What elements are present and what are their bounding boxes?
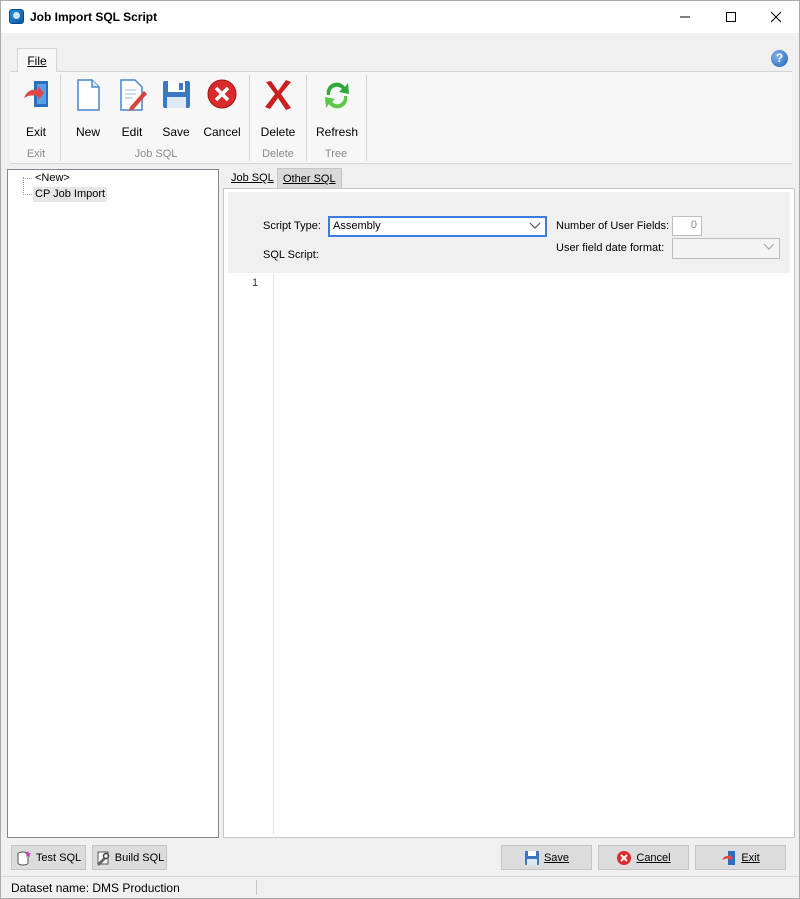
cancel-icon (617, 850, 632, 865)
save-disk-icon (163, 81, 190, 108)
cancel-ribbon-button[interactable]: Cancel (200, 78, 244, 139)
tree-connector (23, 194, 32, 195)
help-icon[interactable]: ? (771, 50, 788, 67)
refresh-button[interactable]: Refresh (315, 78, 359, 139)
num-user-fields-input[interactable]: 0 (672, 216, 702, 236)
date-format-select[interactable] (672, 238, 780, 259)
maximize-button[interactable] (708, 1, 754, 33)
close-button[interactable] (753, 1, 799, 33)
status-bar: Dataset name: DMS Production (1, 876, 799, 898)
chevron-down-icon (763, 243, 775, 250)
tree-connector (23, 177, 24, 193)
num-user-fields-label: Number of User Fields: (556, 220, 670, 232)
sql-script-label: SQL Script: (263, 249, 319, 261)
refresh-icon (325, 82, 349, 109)
chevron-down-icon (529, 222, 541, 229)
tree-connector (23, 178, 32, 179)
ribbon-tab-strip: File (10, 45, 792, 73)
exit-label: Exit (741, 851, 760, 864)
cancel-button[interactable]: Cancel (598, 845, 689, 870)
exit-ribbon-button[interactable]: Exit (14, 78, 58, 139)
tab-content-panel (223, 188, 795, 838)
group-label-exit: Exit (26, 148, 46, 160)
refresh-label: Refresh (315, 125, 359, 139)
ribbon-separator (60, 75, 61, 161)
test-sql-button[interactable]: Test SQL (11, 845, 86, 870)
build-sql-label: Build SQL (114, 851, 165, 864)
exit-label: Exit (25, 125, 46, 139)
exit-door-icon (722, 850, 736, 865)
database-icon (17, 850, 31, 865)
edit-document-icon (120, 79, 147, 111)
delete-x-icon (265, 80, 291, 110)
delete-button[interactable]: Delete (256, 78, 300, 139)
status-separator (256, 880, 257, 895)
close-icon (770, 11, 782, 23)
new-document-icon (77, 79, 100, 111)
exit-door-icon (24, 81, 48, 107)
tab-job-sql[interactable]: Job SQL (226, 168, 279, 188)
delete-label: Delete (260, 125, 296, 139)
tab-other-sql[interactable]: Other SQL (277, 168, 342, 188)
exit-button[interactable]: Exit (695, 845, 786, 870)
save-disk-icon (524, 850, 539, 865)
cancel-icon (207, 79, 237, 109)
app-icon (9, 9, 24, 24)
tree-item-cp-job-import[interactable]: CP Job Import (33, 187, 108, 202)
ribbon: Exit New Edit Save Cancel Delete Refresh… (10, 72, 792, 164)
script-type-label: Script Type: (263, 220, 321, 232)
tab-file[interactable]: File (17, 48, 57, 73)
cancel-label: Cancel (636, 851, 671, 864)
maximize-icon (726, 12, 736, 22)
script-type-value: Assembly (333, 220, 381, 232)
test-sql-label: Test SQL (35, 851, 82, 864)
build-sql-button[interactable]: Build SQL (92, 845, 167, 870)
script-tree[interactable]: <New> CP Job Import (7, 169, 219, 838)
minimize-icon (680, 16, 690, 18)
save-button[interactable]: Save (501, 845, 592, 870)
save-label: Save (543, 851, 570, 864)
date-format-label: User field date format: (556, 242, 665, 254)
line-number: 1 (252, 277, 259, 289)
minimize-button[interactable] (662, 1, 708, 33)
ribbon-separator (366, 75, 367, 161)
build-wrench-icon (96, 851, 109, 866)
window-title: Job Import SQL Script (30, 10, 158, 24)
group-label-job-sql: Job SQL (134, 148, 178, 160)
group-label-delete: Delete (262, 148, 294, 160)
dataset-name: Dataset name: DMS Production (11, 881, 180, 895)
title-bar: Job Import SQL Script (1, 1, 799, 33)
cancel-label: Cancel (203, 125, 241, 139)
app-window: Job Import SQL Script File ? Exit New Ed… (0, 0, 800, 899)
editor-gutter (273, 274, 274, 834)
group-label-tree: Tree (324, 148, 348, 160)
tree-item-new[interactable]: <New> (33, 171, 72, 186)
script-type-select[interactable]: Assembly (328, 216, 547, 237)
